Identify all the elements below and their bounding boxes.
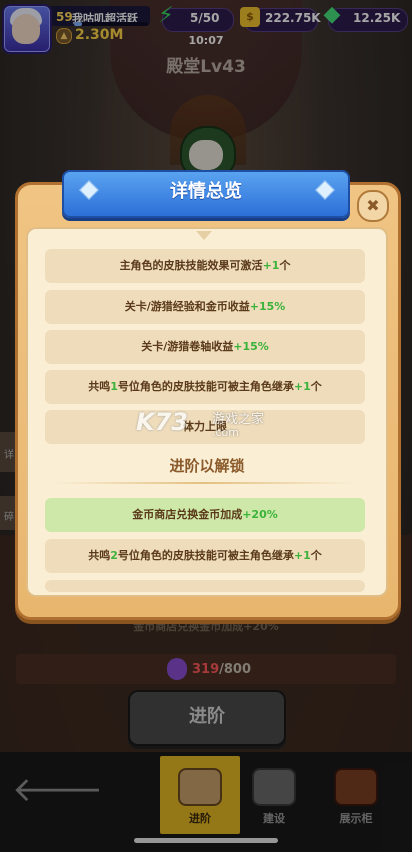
- locked-bonus-row: 金币商店兑换金币加成+20%: [45, 498, 365, 532]
- locked-bonus-row: 共鸣2号位角色的皮肤技能可被主角色继承+1个: [45, 539, 365, 573]
- bonus-value: +1: [262, 259, 280, 272]
- watermark-url: .com: [212, 426, 239, 439]
- bonus-row: 共鸣1号位角色的皮肤技能可被主角色继承+1个: [45, 370, 365, 404]
- bonus-suffix: 个: [279, 259, 291, 272]
- bonus-text: 号位角色的皮肤技能可被主角色继承: [117, 380, 294, 393]
- bonus-value: +1: [293, 549, 311, 562]
- watermark-logo: K73: [136, 408, 188, 436]
- close-button[interactable]: ✖: [357, 190, 389, 222]
- bonus-text: 共鸣: [88, 549, 111, 562]
- bonus-value: +20%: [242, 508, 278, 521]
- partial-row: [45, 580, 365, 592]
- bonus-text: 关卡/游猎经验和金币收益: [124, 300, 250, 313]
- watermark-text: 游戏之家: [212, 412, 265, 427]
- bonus-suffix: 个: [310, 380, 322, 393]
- bonus-row: 关卡/游猎经验和金币收益+15%: [45, 290, 365, 324]
- bonus-text: 关卡/游猎卷轴收益: [141, 340, 234, 353]
- slot-number: 2: [110, 549, 118, 562]
- scroll-up-indicator: [196, 231, 212, 240]
- bonus-text: 共鸣: [88, 380, 111, 393]
- bonus-value: +15%: [233, 340, 269, 353]
- bonus-text: 号位角色的皮肤技能可被主角色继承: [117, 549, 294, 562]
- modal-title: 详情总览: [170, 181, 242, 202]
- bonus-suffix: 个: [310, 549, 322, 562]
- bonus-value: +15%: [249, 300, 286, 313]
- unlock-section-title: 进阶以解锁: [169, 457, 245, 475]
- slot-number: 1: [110, 380, 118, 393]
- watermark: K73 游戏之家 .com: [136, 404, 306, 444]
- bonus-text: 主角色的皮肤技能效果可激活: [119, 259, 263, 272]
- bonus-row: 主角色的皮肤技能效果可激活+1个: [45, 249, 365, 283]
- bonus-value: +1: [293, 380, 311, 393]
- bonus-row: 关卡/游猎卷轴收益+15%: [45, 330, 365, 364]
- bonus-text: 金币商店兑换金币加成: [132, 508, 243, 521]
- section-divider: [54, 482, 354, 484]
